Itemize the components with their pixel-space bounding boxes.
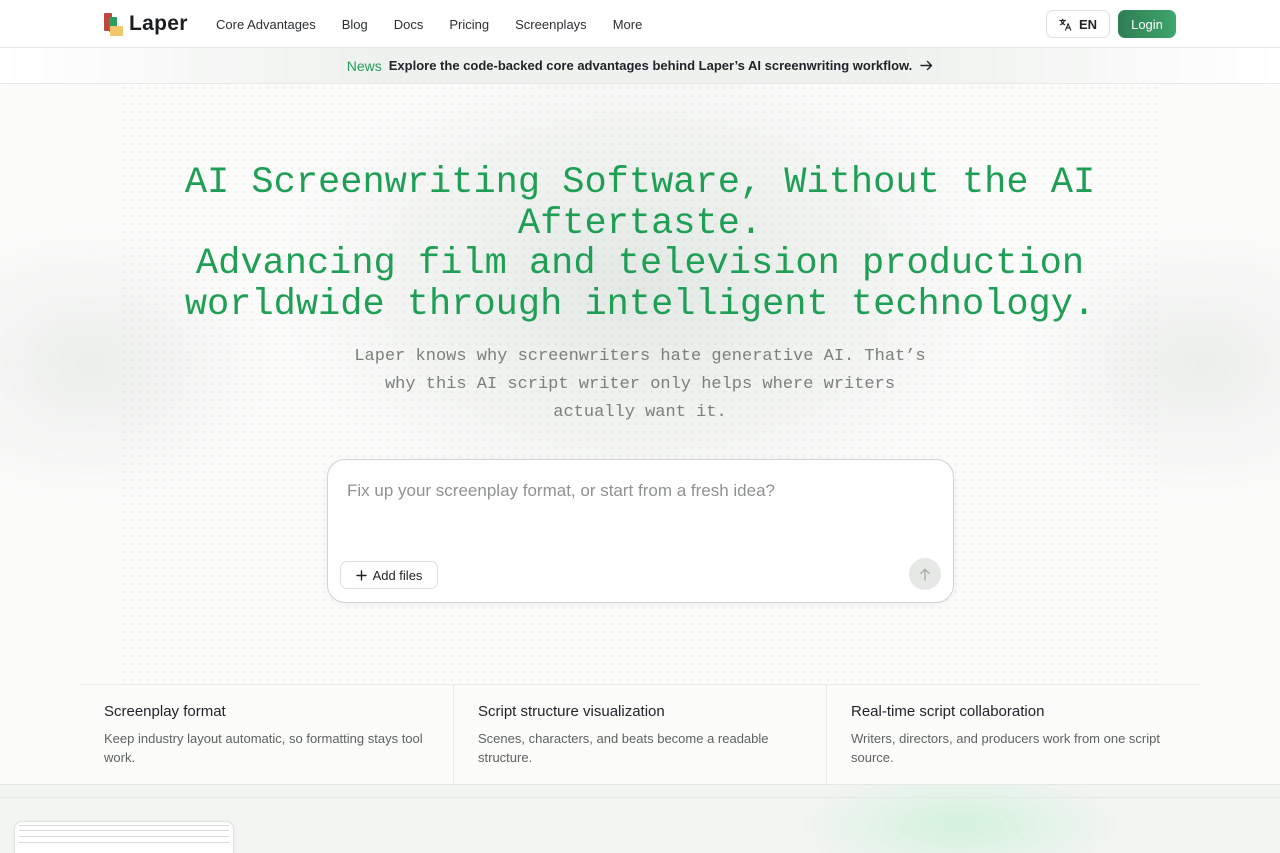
prompt-input[interactable] bbox=[347, 478, 907, 504]
brand-name: Laper bbox=[129, 12, 188, 35]
hero-subtitle-line: Laper knows why screenwriters hate gener… bbox=[354, 347, 926, 366]
arrow-right-icon bbox=[920, 60, 933, 71]
news-text: Explore the code-backed core advantages … bbox=[388, 58, 913, 73]
nav-item-screenplays[interactable]: Screenplays bbox=[515, 17, 587, 32]
feature-description: Writers, directors, and producers work f… bbox=[851, 731, 1160, 765]
news-tag: News bbox=[346, 57, 382, 74]
feature-title: Screenplay format bbox=[104, 703, 226, 720]
hero-title-line: Aftertaste. bbox=[517, 202, 763, 245]
nav-item-more[interactable]: More bbox=[613, 17, 643, 32]
hero-title-line: Advancing film and television production bbox=[195, 243, 1085, 285]
hero-title: AI Screenwriting Software, Without the A… bbox=[140, 163, 1140, 325]
language-selector-button[interactable]: EN bbox=[1046, 10, 1110, 38]
hero-subtitle: Laper knows why screenwriters hate gener… bbox=[340, 343, 940, 427]
hero-subtitle-line: actually want it. bbox=[553, 403, 727, 422]
nav-item-docs[interactable]: Docs bbox=[394, 17, 424, 32]
send-button[interactable] bbox=[909, 558, 941, 590]
hero-subtitle-line: why this AI script writer only helps whe… bbox=[384, 375, 896, 394]
screenplay-preview-card bbox=[14, 821, 234, 853]
logo-mark-icon bbox=[104, 12, 123, 36]
nav-item-core-advantages[interactable]: Core Advantages bbox=[216, 17, 316, 32]
prompt-composer: Add files bbox=[327, 459, 954, 603]
add-files-label: Add files bbox=[372, 567, 423, 583]
section-divider bbox=[0, 797, 1280, 798]
arrow-up-icon bbox=[920, 568, 930, 581]
plus-icon bbox=[355, 569, 367, 581]
feature-list: Screenplay format Keep industry layout a… bbox=[80, 684, 1200, 785]
feature-card: Real-time script collaboration Writers, … bbox=[826, 685, 1199, 785]
login-button[interactable]: Login bbox=[1118, 10, 1176, 38]
add-files-button[interactable]: Add files bbox=[340, 561, 438, 589]
feature-card: Screenplay format Keep industry layout a… bbox=[80, 685, 453, 785]
top-navbar: Laper Core Advantages Blog Docs Pricing … bbox=[0, 0, 1280, 48]
feature-card: Script structure visualization Scenes, c… bbox=[453, 685, 826, 785]
nav-item-pricing[interactable]: Pricing bbox=[449, 17, 489, 32]
feature-description: Keep industry layout automatic, so forma… bbox=[104, 731, 423, 765]
translate-icon bbox=[1059, 18, 1072, 31]
feature-description: Scenes, characters, and beats become a r… bbox=[478, 731, 769, 765]
nav-item-blog[interactable]: Blog bbox=[342, 17, 368, 32]
brand-logo[interactable]: Laper bbox=[104, 12, 188, 36]
feature-title: Script structure visualization bbox=[478, 703, 665, 720]
feature-title: Real-time script collaboration bbox=[851, 703, 1045, 720]
main-nav: Core Advantages Blog Docs Pricing Screen… bbox=[216, 0, 642, 48]
language-label: EN bbox=[1078, 16, 1098, 32]
product-preview-section bbox=[0, 784, 1280, 853]
hero-title-line: worldwide through intelligent technology… bbox=[184, 283, 1096, 326]
news-banner[interactable]: News Explore the code-backed core advant… bbox=[0, 48, 1280, 84]
hero-title-line: AI Screenwriting Software, Without the A… bbox=[184, 162, 1096, 204]
